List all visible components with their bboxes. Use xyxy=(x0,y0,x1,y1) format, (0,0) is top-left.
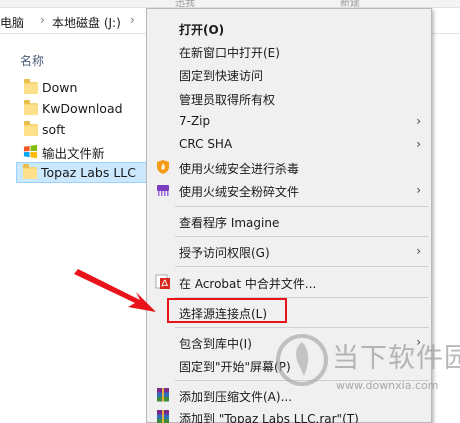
menu-item-crc-sha[interactable]: CRC SHA › xyxy=(147,133,431,155)
submenu-arrow-icon: › xyxy=(416,183,421,197)
explorer-toolbar-strip: 迅我 新建 xyxy=(0,0,460,9)
menu-item-view-imagine[interactable]: 查看程序 Imagine xyxy=(147,210,431,232)
menu-item-take-ownership[interactable]: 管理员取得所有权 xyxy=(147,87,431,109)
menu-item-label: 在新窗口中打开(E) xyxy=(179,46,280,60)
menu-item-label: 固定到快速访问 xyxy=(179,69,264,83)
menu-item-huorong-scan[interactable]: 使用火绒安全进行杀毒 xyxy=(147,156,431,178)
breadcrumb-separator-icon: › xyxy=(40,13,45,27)
submenu-arrow-icon: › xyxy=(416,114,421,128)
breadcrumb-this-pc[interactable]: 电脑 xyxy=(0,14,24,31)
list-item-selected[interactable]: Topaz Labs LLC xyxy=(16,162,158,183)
menu-item-label: 查看程序 Imagine xyxy=(179,216,280,230)
submenu-arrow-icon: › xyxy=(416,137,421,151)
file-name: 输出文件新 xyxy=(42,146,105,161)
windows-logo-icon xyxy=(23,144,38,159)
menu-item-label: 使用火绒安全粉碎文件 xyxy=(179,185,300,199)
menu-item-7zip[interactable]: 7-Zip › xyxy=(147,110,431,132)
column-header-name[interactable]: 名称 xyxy=(20,52,44,69)
folder-icon xyxy=(23,164,37,179)
list-item[interactable]: 输出文件新 xyxy=(18,141,148,162)
menu-item-label: CRC SHA xyxy=(179,137,233,151)
menu-item-label: 使用火绒安全进行杀毒 xyxy=(179,162,300,176)
menu-separator xyxy=(175,206,429,207)
submenu-arrow-icon: › xyxy=(416,244,421,258)
huorong-shield-icon xyxy=(157,160,169,174)
watermark-url: www.downxia.com xyxy=(336,379,439,392)
winrar-icon xyxy=(157,388,169,402)
acrobat-icon xyxy=(155,274,170,289)
menu-item-label: 打开(O) xyxy=(179,23,225,37)
menu-separator xyxy=(175,327,429,328)
menu-item-pin-quick-access[interactable]: 固定到快速访问 xyxy=(147,63,431,85)
watermark: 当下软件园 www.downxia.com xyxy=(270,330,460,400)
downxia-logo-icon xyxy=(276,334,328,386)
menu-item-grant-access[interactable]: 授予访问权限(G) › xyxy=(147,240,431,262)
winrar-icon xyxy=(157,410,169,423)
menu-item-label: 7-Zip xyxy=(179,114,211,128)
list-item[interactable]: KwDownload xyxy=(18,99,148,120)
breadcrumb-separator-icon: › xyxy=(130,13,135,27)
menu-item-add-to-rar[interactable]: 添加到 "Topaz Labs LLC.rar"(T) xyxy=(147,406,431,423)
watermark-title: 当下软件园 xyxy=(332,343,460,374)
menu-item-open-new-window[interactable]: 在新窗口中打开(E) xyxy=(147,40,431,62)
menu-item-huorong-shred[interactable]: 使用火绒安全粉碎文件 › xyxy=(147,179,431,201)
list-item[interactable]: soft xyxy=(18,120,148,141)
menu-separator xyxy=(175,266,429,267)
folder-icon xyxy=(24,79,38,94)
file-name: Down xyxy=(42,80,78,95)
shredder-icon xyxy=(157,185,169,196)
file-name: KwDownload xyxy=(42,101,123,116)
menu-item-label: 在 Acrobat 中合并文件... xyxy=(179,277,317,291)
folder-icon xyxy=(24,121,38,136)
list-item[interactable]: Down xyxy=(18,78,148,99)
menu-item-acrobat-combine[interactable]: 在 Acrobat 中合并文件... xyxy=(147,271,431,293)
highlight-box xyxy=(167,298,287,323)
folder-icon xyxy=(24,100,38,115)
breadcrumb-local-disk[interactable]: 本地磁盘 (J:) xyxy=(52,14,121,31)
menu-item-label: 管理员取得所有权 xyxy=(179,93,276,107)
menu-item-label: 授予访问权限(G) xyxy=(179,246,270,260)
file-name: Topaz Labs LLC xyxy=(41,165,136,180)
file-name: soft xyxy=(42,122,66,137)
menu-item-label: 包含到库中(I) xyxy=(179,337,252,351)
menu-separator xyxy=(175,236,429,237)
menu-item-open[interactable]: 打开(O) xyxy=(147,17,431,39)
menu-item-label: 添加到 "Topaz Labs LLC.rar"(T) xyxy=(179,412,359,423)
